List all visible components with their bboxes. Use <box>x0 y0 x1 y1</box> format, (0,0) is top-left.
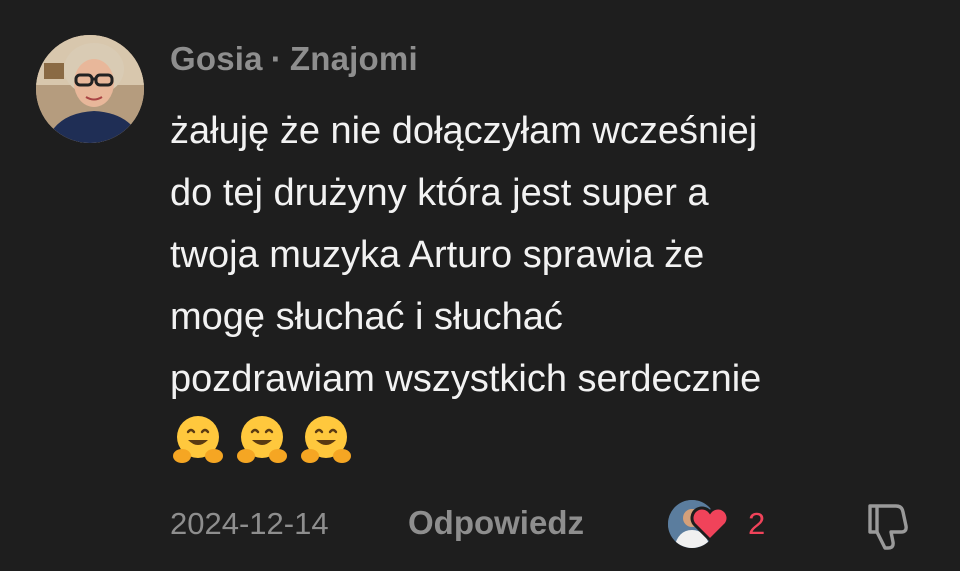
comment-line: żałuję że nie dołączyłam wcześniej <box>170 110 758 152</box>
thumbs-down-icon[interactable] <box>860 498 914 552</box>
comment-footer: 2024-12-14 Odpowiedz 2 <box>170 498 930 550</box>
hugging-face-emoji-icon <box>173 416 223 463</box>
comment-header: Gosia · Znajomi <box>170 40 418 78</box>
author-avatar[interactable] <box>36 35 144 143</box>
comment-line: mogę słuchać i słuchać <box>170 296 563 338</box>
comment-item: Gosia · Znajomi żałuję że nie dołączyłam w… <box>0 0 960 571</box>
comment-line: do tej drużyny która jest super a <box>170 172 709 214</box>
heart-icon <box>690 506 730 543</box>
liked-by-creator-indicator[interactable] <box>666 498 736 550</box>
hugging-face-emoji-icon <box>301 416 351 463</box>
relation-label: Znajomi <box>289 40 418 77</box>
emoji-row <box>170 412 354 468</box>
comment-line: twoja muzyka Arturo sprawia że <box>170 234 705 276</box>
comment-line: pozdrawiam wszystkich serdecznie <box>170 358 762 400</box>
comment-date: 2024-12-14 <box>170 506 329 541</box>
hugging-face-emoji-icon <box>237 416 287 463</box>
reply-button[interactable]: Odpowiedz <box>408 504 584 542</box>
like-count: 2 <box>748 506 766 541</box>
author-name[interactable]: Gosia <box>170 40 263 77</box>
header-separator: · <box>270 40 282 77</box>
comment-text: żałuję że nie dołączyłam wcześniej do te… <box>170 100 940 410</box>
